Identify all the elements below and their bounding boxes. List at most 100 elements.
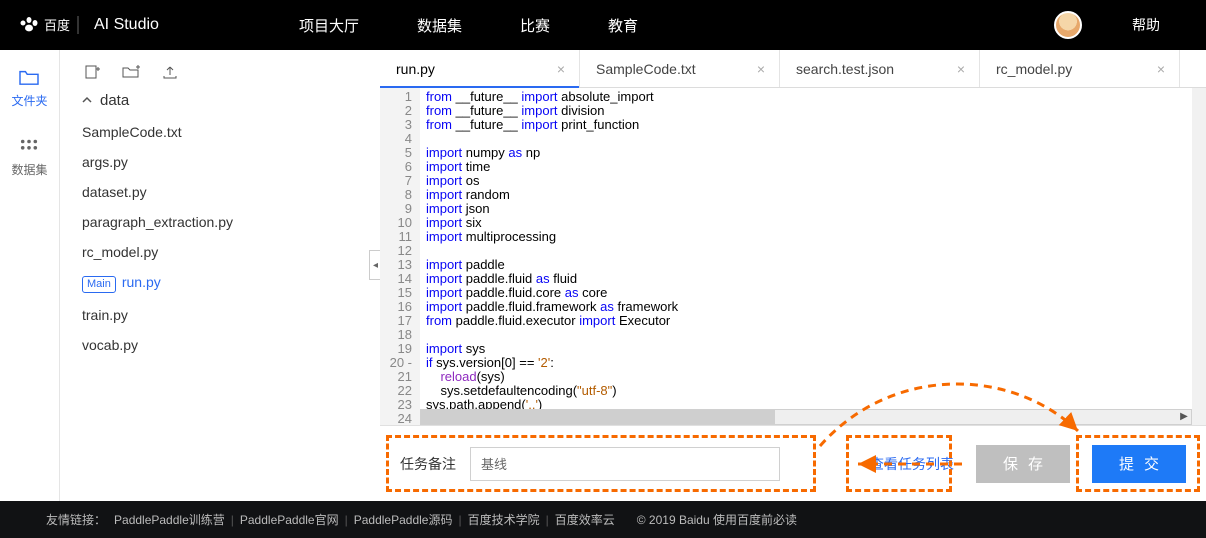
file-name: vocab.py xyxy=(82,337,138,353)
code-line[interactable]: from __future__ import division xyxy=(426,104,1206,118)
footer-link[interactable]: 百度效率云 xyxy=(555,513,615,527)
nav-education[interactable]: 教育 xyxy=(608,15,638,36)
footer-link[interactable]: PaddlePaddle源码 xyxy=(354,513,453,527)
file-item[interactable]: paragraph_extraction.py xyxy=(82,207,364,237)
line-number: 17 xyxy=(380,314,412,328)
code-line[interactable]: import numpy as np xyxy=(426,146,1206,160)
code-line[interactable]: import six xyxy=(426,216,1206,230)
footer-link[interactable]: PaddlePaddle官网 xyxy=(240,513,339,527)
task-label: 任务备注 xyxy=(400,454,456,474)
code-line[interactable]: import json xyxy=(426,202,1206,216)
hscroll-right-icon[interactable]: ▶ xyxy=(1176,410,1192,424)
editor-tab[interactable]: rc_model.py × xyxy=(980,50,1180,87)
editor-tabs: run.py×SampleCode.txt×search.test.json×r… xyxy=(380,50,1206,88)
file-item[interactable]: args.py xyxy=(82,147,364,177)
line-number: 23 xyxy=(380,398,412,412)
close-icon[interactable]: × xyxy=(757,61,765,77)
tab-label: run.py xyxy=(396,61,435,77)
baidu-logo-icon: 百度 xyxy=(16,13,88,37)
code-line[interactable]: import os xyxy=(426,174,1206,188)
code-line[interactable]: import paddle.fluid as fluid xyxy=(426,272,1206,286)
code-line[interactable]: import paddle.fluid.framework as framewo… xyxy=(426,300,1206,314)
new-folder-icon[interactable] xyxy=(122,64,140,80)
nav-project-hall[interactable]: 项目大厅 xyxy=(299,15,359,36)
file-item[interactable]: Mainrun.py xyxy=(82,267,364,300)
svg-text:百度: 百度 xyxy=(44,18,70,33)
brand-text: AI Studio xyxy=(94,16,159,34)
footer-link[interactable]: PaddlePaddle训练营 xyxy=(114,513,225,527)
code-line[interactable]: import sys xyxy=(426,342,1206,356)
gutter: 1234567891011121314151617181920 -2122232… xyxy=(380,88,420,425)
code-line[interactable]: import paddle xyxy=(426,258,1206,272)
line-number: 13 xyxy=(380,258,412,272)
editor-tab[interactable]: search.test.json × xyxy=(780,50,980,87)
close-icon[interactable]: × xyxy=(957,61,965,77)
line-number: 2 xyxy=(380,104,412,118)
line-number: 14 xyxy=(380,272,412,286)
code-line[interactable] xyxy=(426,328,1206,342)
separator: | xyxy=(458,513,461,527)
file-item[interactable]: rc_model.py xyxy=(82,237,364,267)
save-button[interactable]: 保存 xyxy=(976,445,1070,483)
tab-label: SampleCode.txt xyxy=(596,61,696,77)
submit-button[interactable]: 提交 xyxy=(1092,445,1186,483)
line-number: 12 xyxy=(380,244,412,258)
footer-link[interactable]: 百度技术学院 xyxy=(468,513,540,527)
line-number: 16 xyxy=(380,300,412,314)
folder-name: data xyxy=(100,92,129,109)
code-line[interactable] xyxy=(426,132,1206,146)
code-line[interactable]: from paddle.fluid.executor import Execut… xyxy=(426,314,1206,328)
view-tasks-link[interactable]: 查看任务列表 xyxy=(870,454,954,474)
editor-tab[interactable]: SampleCode.txt × xyxy=(580,50,780,87)
code-line[interactable] xyxy=(426,244,1206,258)
folder-data[interactable]: data xyxy=(82,92,364,109)
footer-prefix: 友情链接： xyxy=(46,511,106,528)
rail-item-files[interactable]: 文件夹 xyxy=(11,68,47,109)
file-item[interactable]: vocab.py xyxy=(82,330,364,360)
tab-label: rc_model.py xyxy=(996,61,1072,77)
code-body[interactable]: from __future__ import absolute_importfr… xyxy=(420,88,1206,425)
vscroll-track[interactable] xyxy=(1192,88,1206,425)
code-line[interactable]: from __future__ import absolute_import xyxy=(426,90,1206,104)
file-name: args.py xyxy=(82,154,128,170)
code-editor[interactable]: 1234567891011121314151617181920 -2122232… xyxy=(380,88,1206,425)
tab-label: search.test.json xyxy=(796,61,894,77)
task-note-input[interactable] xyxy=(470,447,780,481)
avatar[interactable] xyxy=(1054,11,1082,39)
code-line[interactable]: from __future__ import print_function xyxy=(426,118,1206,132)
file-item[interactable]: train.py xyxy=(82,300,364,330)
code-line[interactable]: import multiprocessing xyxy=(426,230,1206,244)
separator: | xyxy=(546,513,549,527)
close-icon[interactable]: × xyxy=(557,61,565,77)
file-name: dataset.py xyxy=(82,184,147,200)
hscroll-thumb[interactable] xyxy=(421,410,775,424)
help-link[interactable]: 帮助 xyxy=(1132,15,1160,35)
upload-icon[interactable] xyxy=(162,64,178,80)
rail-item-datasets[interactable]: 数据集 xyxy=(11,137,47,178)
line-number: 9 xyxy=(380,202,412,216)
line-number: 4 xyxy=(380,132,412,146)
line-number: 5 xyxy=(380,146,412,160)
line-number: 1 xyxy=(380,90,412,104)
new-file-icon[interactable] xyxy=(84,64,100,80)
line-number: 15 xyxy=(380,286,412,300)
file-item[interactable]: dataset.py xyxy=(82,177,364,207)
close-icon[interactable]: × xyxy=(1157,61,1165,77)
code-line[interactable]: import paddle.fluid.core as core xyxy=(426,286,1206,300)
file-tree: data SampleCode.txt args.py dataset.py para… xyxy=(60,50,380,501)
code-line[interactable]: if sys.version[0] == '2': xyxy=(426,356,1206,370)
nav-competition[interactable]: 比赛 xyxy=(520,15,550,36)
primary-nav: 项目大厅 数据集 比赛 教育 xyxy=(299,15,638,36)
nav-datasets[interactable]: 数据集 xyxy=(417,15,462,36)
hscroll-track[interactable]: ◀ ▶ xyxy=(420,409,1192,425)
brand[interactable]: 百度 AI Studio xyxy=(16,13,159,37)
code-line[interactable]: import random xyxy=(426,188,1206,202)
file-name: rc_model.py xyxy=(82,244,158,260)
task-bar: 任务备注 查看任务列表 保存 提交 xyxy=(380,425,1206,501)
code-line[interactable]: import time xyxy=(426,160,1206,174)
file-name: run.py xyxy=(122,274,161,290)
editor-tab[interactable]: run.py × xyxy=(380,50,580,87)
code-line[interactable]: reload(sys) xyxy=(426,370,1206,384)
code-line[interactable]: sys.setdefaultencoding("utf-8") xyxy=(426,384,1206,398)
file-item[interactable]: SampleCode.txt xyxy=(82,117,364,147)
